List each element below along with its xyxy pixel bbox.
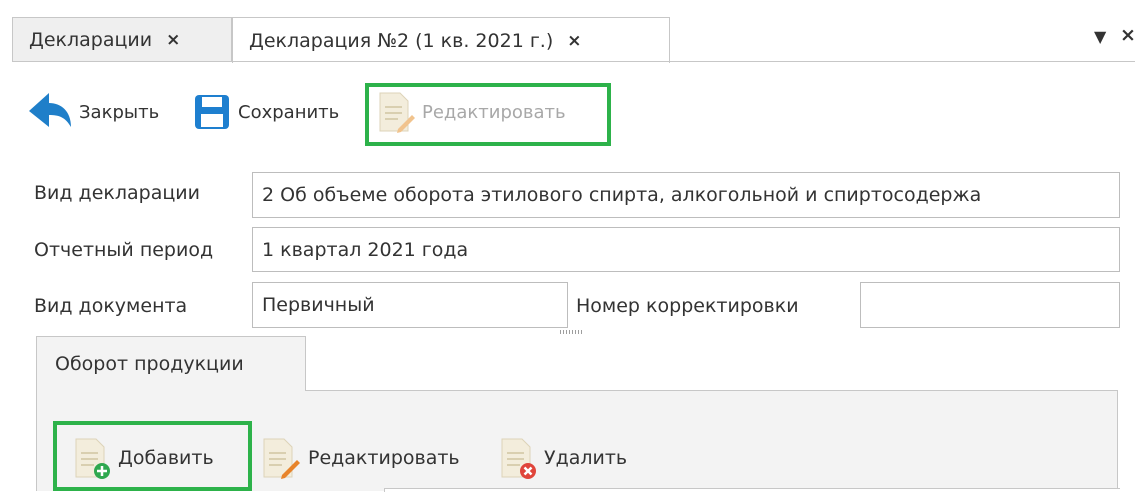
edit-button-highlight (365, 83, 611, 146)
chevron-down-icon[interactable]: ▼ (1094, 27, 1106, 46)
tab-strip-divider (12, 61, 1135, 62)
period-field[interactable]: 1 квартал 2021 года (252, 227, 1120, 272)
save-button-label: Сохранить (238, 101, 340, 123)
grid-header (384, 488, 1120, 492)
tab-product-turnover-label: Оборот продукции (55, 353, 244, 375)
doc-type-label: Вид документа (34, 295, 188, 317)
close-icon[interactable]: × (1120, 24, 1135, 46)
tab-declaration-2[interactable]: Декларация №2 (1 кв. 2021 г.) × (232, 17, 670, 63)
decl-type-label: Вид декларации (34, 182, 200, 204)
back-arrow-icon (29, 93, 71, 127)
tab-declarations-label: Декларации (29, 29, 153, 51)
close-button[interactable]: Закрыть (25, 87, 159, 137)
close-icon[interactable]: × (567, 31, 581, 51)
correction-label: Номер корректировки (576, 295, 799, 317)
floppy-disk-icon (195, 95, 229, 129)
period-label: Отчетный период (34, 239, 214, 261)
close-button-label: Закрыть (79, 101, 160, 123)
delete-button-label: Удалить (544, 447, 628, 469)
correction-field[interactable] (860, 282, 1120, 328)
document-edit-icon (263, 438, 300, 479)
tab-product-turnover[interactable]: Оборот продукции (36, 336, 306, 391)
save-button[interactable]: Сохранить (192, 87, 339, 137)
doc-type-field[interactable]: Первичный (252, 282, 568, 328)
decl-type-field[interactable]: 2 Об объеме оборота этилового спирта, ал… (252, 172, 1120, 218)
edit-row-button-label: Редактировать (308, 447, 460, 469)
add-button-highlight (53, 421, 252, 491)
tab-declarations[interactable]: Декларации × (12, 17, 232, 62)
document-delete-icon (501, 438, 536, 479)
close-icon[interactable]: × (166, 30, 180, 50)
tab-declaration-2-label: Декларация №2 (1 кв. 2021 г.) (249, 29, 554, 52)
delete-button[interactable]: Удалить (496, 432, 627, 484)
edit-row-button[interactable]: Редактировать (258, 432, 460, 484)
resize-grip[interactable] (560, 330, 584, 334)
